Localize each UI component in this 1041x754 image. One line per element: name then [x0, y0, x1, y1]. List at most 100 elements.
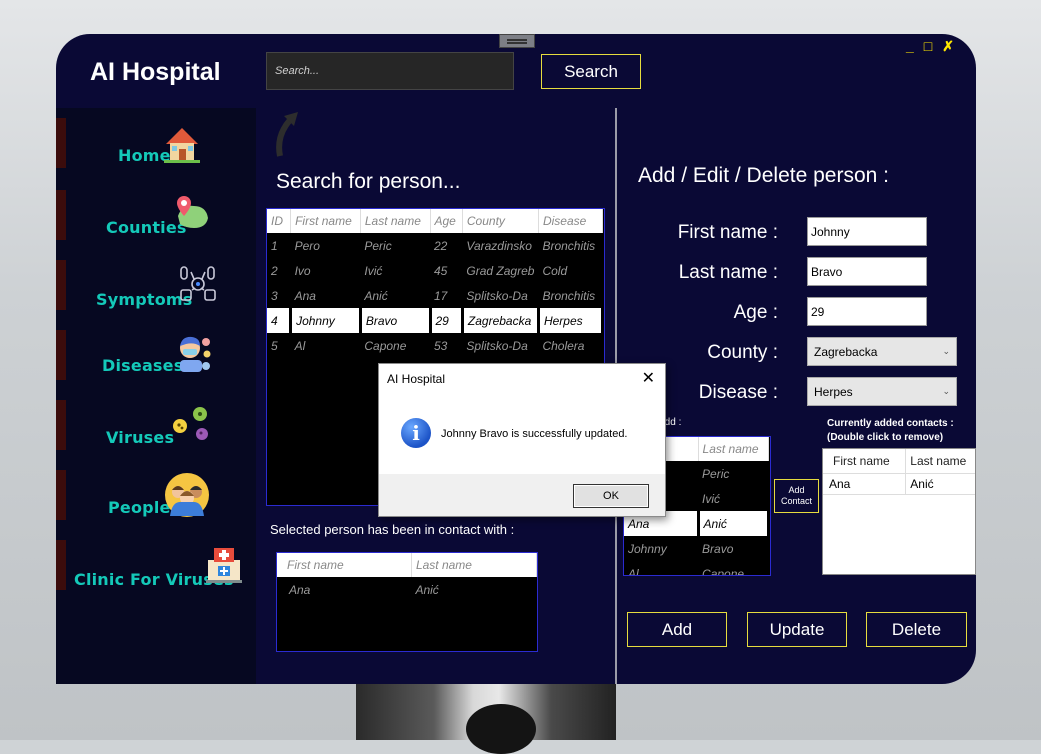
add-button[interactable]: Add: [627, 612, 727, 647]
sick-person-icon: [180, 336, 211, 372]
table-row-selected[interactable]: 4 Johnny Bravo 29 Zagrebacka Herpes: [267, 308, 604, 333]
cell-first-name: Ana: [294, 288, 316, 303]
cell-last-name: Anić: [364, 288, 388, 303]
column-header[interactable]: Disease: [538, 209, 604, 233]
column-header[interactable]: Age: [430, 209, 463, 233]
current-contacts-table[interactable]: First name Last name Ana Anić: [822, 448, 976, 575]
disease-select-value: Herpes: [814, 384, 853, 399]
column-header[interactable]: County: [462, 209, 539, 233]
virus-icon: [173, 407, 208, 440]
table-row[interactable]: 2 Ivo Ivić 45 Grad Zagreb Cold: [267, 258, 603, 283]
currently-added-label: Currently added contacts :: [827, 418, 954, 429]
last-name-field[interactable]: Bravo: [807, 257, 927, 286]
sidebar-item-clinic-for-viruses[interactable]: Clinic For Viruses: [56, 540, 256, 590]
maximize-button[interactable]: □: [924, 38, 932, 55]
update-button[interactable]: Update: [747, 612, 847, 647]
cell-disease: Cholera: [542, 338, 585, 353]
cell-first-name: Ana: [289, 582, 311, 597]
info-icon: i: [401, 418, 431, 448]
column-header[interactable]: Last name: [411, 553, 537, 577]
clinic-icon: [206, 548, 242, 583]
cell-disease: Bronchitis: [542, 288, 596, 303]
table-row[interactable]: Al Capone: [624, 561, 769, 576]
cell-last-name: Ivić: [702, 491, 721, 506]
cell-disease: Cold: [542, 263, 568, 278]
sidebar: Home Counties Symptoms Diseases Viruses …: [56, 108, 256, 684]
table-header-row: First name Last name: [277, 553, 537, 577]
cell-county: Varazdinsko: [466, 238, 532, 253]
search-button[interactable]: Search: [541, 54, 641, 89]
sidebar-item-counties[interactable]: Counties: [56, 190, 256, 240]
sidebar-item-diseases[interactable]: Diseases: [56, 330, 256, 380]
add-contact-button[interactable]: Add Contact: [774, 479, 819, 513]
window-controls: _ □ ✗: [906, 38, 954, 55]
cell-first-name: Ivo: [294, 263, 311, 278]
table-row[interactable]: Johnny Bravo: [624, 536, 769, 561]
refresh-icon[interactable]: [274, 110, 310, 160]
search-input[interactable]: [266, 52, 514, 90]
background-object: [356, 684, 616, 754]
dialog-footer: OK: [379, 474, 665, 516]
column-header[interactable]: Last name: [360, 209, 431, 233]
cell-first-name: Johnny: [628, 541, 667, 556]
cell-age: 17: [434, 288, 448, 303]
column-header[interactable]: Last name: [698, 437, 770, 461]
table-header-row: ID First name Last name Age County Disea…: [267, 209, 604, 233]
drag-handle[interactable]: [499, 34, 535, 48]
sidebar-item-viruses[interactable]: Viruses: [56, 400, 256, 450]
age-field[interactable]: 29: [807, 297, 927, 326]
cell-last-name: Ivić: [364, 263, 383, 278]
table-row[interactable]: Ana Anić: [277, 577, 537, 602]
cell-first-name: Ana: [823, 473, 907, 495]
cell-id: 2: [271, 263, 278, 278]
cell-last-name: Bravo: [702, 541, 734, 556]
cell-last-name: Peric: [364, 238, 392, 253]
column-header[interactable]: ID: [267, 209, 292, 233]
search-panel-title: Search for person...: [276, 170, 461, 193]
delete-button[interactable]: Delete: [866, 612, 967, 647]
cell-age: 53: [434, 338, 448, 353]
sidebar-item-label: Viruses: [106, 428, 175, 447]
county-select-value: Zagrebacka: [814, 344, 878, 359]
cell-first-name: Al: [294, 338, 306, 353]
cell-age: 29: [430, 308, 464, 333]
disease-select[interactable]: Herpes ⌄: [807, 377, 957, 406]
cell-age: 22: [434, 238, 448, 253]
cell-id: 5: [271, 338, 278, 353]
table-row[interactable]: 5 Al Capone 53 Splitsko-Da Cholera: [267, 333, 603, 358]
age-label: Age :: [733, 302, 778, 323]
app-title: AI Hospital: [90, 58, 221, 86]
column-header[interactable]: First name: [823, 449, 907, 474]
cell-id: 4: [267, 308, 293, 333]
column-header[interactable]: First name: [290, 209, 361, 233]
double-click-hint: (Double click to remove): [827, 432, 944, 443]
sidebar-item-symptoms[interactable]: Symptoms: [56, 260, 256, 310]
sidebar-item-home[interactable]: Home: [56, 118, 256, 168]
cell-id: 1: [271, 238, 278, 253]
sidebar-item-label: Diseases: [102, 356, 184, 375]
sidebar-item-people[interactable]: People: [56, 470, 256, 520]
sidebar-item-label: People: [108, 498, 171, 517]
map-pin-icon: [177, 196, 208, 228]
column-header[interactable]: First name: [277, 553, 412, 577]
cell-disease: Bronchitis: [542, 238, 596, 253]
table-row[interactable]: 3 Ana Anić 17 Splitsko-Da Bronchitis: [267, 283, 603, 308]
county-label: County :: [707, 342, 778, 363]
contacts-table[interactable]: First name Last name Ana Anić: [276, 552, 538, 652]
chevron-down-icon: ⌄: [942, 386, 950, 396]
minimize-button[interactable]: _: [906, 38, 914, 55]
cell-first-name: Johnny: [290, 308, 362, 333]
close-button[interactable]: ✗: [942, 38, 954, 55]
first-name-field[interactable]: Johnny: [807, 217, 927, 246]
column-header[interactable]: Last name: [905, 449, 975, 474]
table-row[interactable]: Ana Anić: [823, 473, 975, 495]
dialog-title: AI Hospital: [387, 372, 446, 386]
ok-button[interactable]: OK: [573, 484, 649, 508]
symptoms-icon: [180, 266, 216, 301]
dialog-close-button[interactable]: ✕: [642, 368, 655, 388]
county-select[interactable]: Zagrebacka ⌄: [807, 337, 957, 366]
table-row[interactable]: 1 Pero Peric 22 Varazdinsko Bronchitis: [267, 233, 603, 258]
cell-first-name: Pero: [294, 238, 320, 253]
message-dialog: AI Hospital ✕ i Johnny Bravo is successf…: [378, 363, 666, 517]
cell-county: Grad Zagreb: [466, 263, 535, 278]
